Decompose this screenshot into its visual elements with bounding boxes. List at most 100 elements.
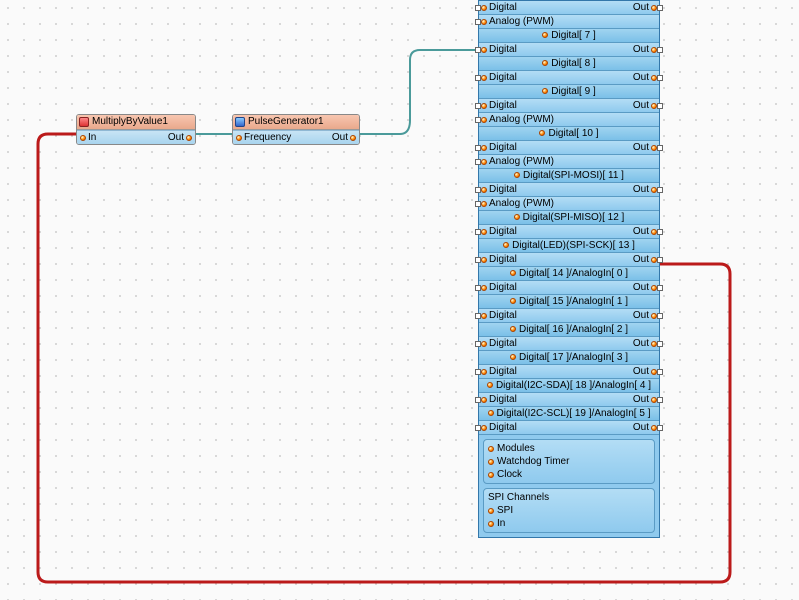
port-left[interactable]: [475, 369, 481, 375]
panel-item[interactable]: In: [488, 517, 650, 530]
port-right[interactable]: [657, 229, 663, 235]
digital-row[interactable]: Digital Out: [479, 281, 659, 295]
item-label: SPI: [497, 505, 513, 516]
out-pin[interactable]: [186, 135, 192, 141]
port-left[interactable]: [475, 187, 481, 193]
port-left[interactable]: [475, 341, 481, 347]
port-left[interactable]: [475, 5, 481, 11]
node-multiply-by-value[interactable]: MultiplyByValue1 In Out: [76, 114, 196, 145]
row-left-label: Analog (PWM): [489, 114, 554, 125]
digital-row[interactable]: DigitalOut: [479, 43, 659, 57]
port-left[interactable]: [475, 397, 481, 403]
item-icon: [488, 521, 494, 527]
panel-item[interactable]: SPI: [488, 504, 650, 517]
port-right[interactable]: [657, 313, 663, 319]
analog-row[interactable]: Analog (PWM): [479, 15, 659, 29]
item-label: Modules: [497, 443, 535, 454]
port-right[interactable]: [657, 341, 663, 347]
spi-panel[interactable]: SPI ChannelsSPIIn: [483, 488, 655, 533]
out-label: Out: [168, 132, 184, 143]
panel-item[interactable]: Modules: [488, 442, 650, 455]
port-right[interactable]: [657, 397, 663, 403]
arduino-block[interactable]: DigitalOutAnalog (PWM)Digital[ 7 ]Digita…: [478, 0, 660, 538]
digital-row[interactable]: DigitalOut: [479, 365, 659, 379]
pin-icon: [481, 229, 487, 235]
port-left[interactable]: [475, 425, 481, 431]
in-pin[interactable]: [236, 135, 242, 141]
row-right-label: Out: [633, 142, 649, 153]
row-left-label: Digital: [489, 422, 517, 433]
digital-row[interactable]: DigitalOut: [479, 421, 659, 435]
node-title: MultiplyByValue1: [77, 115, 195, 130]
pin-icon: [481, 369, 487, 375]
panel-item[interactable]: Clock: [488, 468, 650, 481]
row-right-label: Out: [633, 2, 649, 13]
port-right[interactable]: [657, 103, 663, 109]
pin-header: Digital(LED)(SPI-SCK)[ 13 ]: [479, 239, 659, 253]
pin-header: Digital(SPI-MISO)[ 12 ]: [479, 211, 659, 225]
analog-row[interactable]: Analog (PWM): [479, 197, 659, 211]
digital-row[interactable]: Digital Out: [479, 141, 659, 155]
in-pin[interactable]: [80, 135, 86, 141]
digital-row[interactable]: DigitalOut: [479, 1, 659, 15]
port-left[interactable]: [475, 159, 481, 165]
port-right[interactable]: [657, 369, 663, 375]
port-left[interactable]: [475, 103, 481, 109]
row-left-label: Digital: [489, 366, 517, 377]
digital-row[interactable]: DigitalOut: [479, 71, 659, 85]
port-right[interactable]: [657, 5, 663, 11]
pin-icon: [481, 187, 487, 193]
row-left-label: Digital: [489, 44, 517, 55]
pin-header: Digital[ 17 ]/AnalogIn[ 3 ]: [479, 351, 659, 365]
digital-row[interactable]: DigitalOut: [479, 253, 659, 267]
port-left[interactable]: [475, 19, 481, 25]
port-left[interactable]: [475, 75, 481, 81]
item-label: Watchdog Timer: [497, 456, 569, 467]
row-left-label: Digital: [489, 310, 517, 321]
port-right[interactable]: [657, 75, 663, 81]
pin-header: Digital(SPI-MOSI)[ 11 ]: [479, 169, 659, 183]
port-right[interactable]: [657, 187, 663, 193]
row-right-label: Out: [633, 282, 649, 293]
analog-row[interactable]: Analog (PWM): [479, 155, 659, 169]
panel-item[interactable]: Watchdog Timer: [488, 455, 650, 468]
port-left[interactable]: [475, 229, 481, 235]
digital-row[interactable]: DigitalOut: [479, 393, 659, 407]
header-icon: [503, 242, 509, 248]
pin-header: Digital[ 15 ]/AnalogIn[ 1 ]: [479, 295, 659, 309]
port-left[interactable]: [475, 117, 481, 123]
row-left-label: Digital: [489, 226, 517, 237]
header-icon: [514, 214, 520, 220]
row-left-label: Analog (PWM): [489, 198, 554, 209]
port-left[interactable]: [475, 313, 481, 319]
port-left[interactable]: [475, 145, 481, 151]
port-left[interactable]: [475, 285, 481, 291]
modules-panel[interactable]: Modules Watchdog TimerClock: [483, 439, 655, 484]
row-left-label: Digital: [489, 184, 517, 195]
analog-row[interactable]: Analog (PWM): [479, 113, 659, 127]
row-left-label: Digital: [489, 282, 517, 293]
port-right[interactable]: [657, 425, 663, 431]
port-right[interactable]: [657, 257, 663, 263]
out-pin[interactable]: [350, 135, 356, 141]
node-pulse-generator[interactable]: PulseGenerator1 Frequency Out: [232, 114, 360, 145]
row-right-label: Out: [633, 394, 649, 405]
digital-row[interactable]: DigitalOut: [479, 337, 659, 351]
port-left[interactable]: [475, 257, 481, 263]
digital-row[interactable]: DigitalOut: [479, 99, 659, 113]
port-right[interactable]: [657, 47, 663, 53]
port-right[interactable]: [657, 145, 663, 151]
pin-header: Digital[ 10 ]: [479, 127, 659, 141]
row-left-label: Digital: [489, 100, 517, 111]
port-left[interactable]: [475, 47, 481, 53]
port-left[interactable]: [475, 201, 481, 207]
digital-row[interactable]: DigitalOut: [479, 225, 659, 239]
row-left-label: Digital: [489, 142, 517, 153]
node-row: In Out: [77, 130, 195, 144]
pin-icon: [481, 397, 487, 403]
digital-row[interactable]: DigitalOut: [479, 183, 659, 197]
digital-row[interactable]: DigitalOut: [479, 309, 659, 323]
pin-header: Digital[ 8 ]: [479, 57, 659, 71]
port-right[interactable]: [657, 285, 663, 291]
pin-icon: [481, 159, 487, 165]
